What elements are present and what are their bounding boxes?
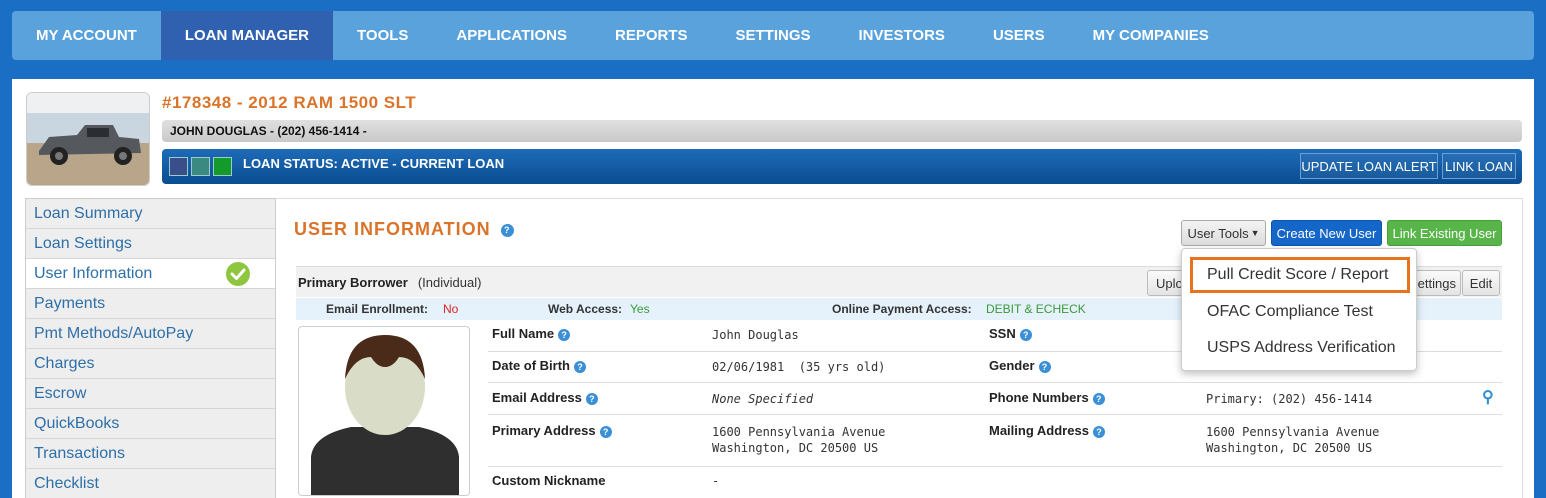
mailing-address-line2: Washington, DC 20500 US xyxy=(1206,441,1373,455)
help-icon[interactable]: ? xyxy=(1092,425,1105,438)
mailing-address-line1: 1600 Pennsylvania Avenue xyxy=(1206,425,1380,439)
help-icon[interactable]: ? xyxy=(1092,392,1105,405)
sidebar-item-transactions[interactable]: Transactions xyxy=(26,439,275,469)
sidebar-item-loan-settings[interactable]: Loan Settings xyxy=(26,229,275,259)
dob-label-text: Date of Birth xyxy=(492,358,570,373)
edit-button[interactable]: Edit xyxy=(1462,270,1500,296)
email-label: Email Address? xyxy=(492,390,598,405)
sidebar-item-user-information[interactable]: User Information xyxy=(26,259,275,289)
nav-investors[interactable]: INVESTORS xyxy=(835,11,969,60)
online-payment-value: DEBIT & ECHECK xyxy=(986,302,1086,316)
loan-status-bar: LOAN STATUS: ACTIVE - CURRENT LOAN UPDAT… xyxy=(162,149,1522,184)
nav-settings[interactable]: SETTINGS xyxy=(712,11,835,60)
mailing-address-label-text: Mailing Address xyxy=(989,423,1089,438)
primary-address-label-text: Primary Address xyxy=(492,423,596,438)
full-name-label-text: Full Name xyxy=(492,326,555,341)
ssn-label: SSN? xyxy=(989,326,1032,341)
table-row: Primary Address? 1600 Pennsylvania Avenu… xyxy=(488,415,1502,467)
table-row: Email Address? None Specified Phone Numb… xyxy=(488,383,1502,415)
borrower-summary-bar: JOHN DOUGLAS - (202) 456-1414 - xyxy=(162,120,1522,142)
borrower-type: (Individual) xyxy=(417,274,482,290)
help-icon[interactable]: ? xyxy=(574,360,586,373)
table-row: Custom Nickname - xyxy=(488,467,1502,497)
full-name-label: Full Name? xyxy=(492,326,571,341)
help-icon[interactable]: ? xyxy=(500,223,514,237)
create-new-user-button[interactable]: Create New User xyxy=(1271,220,1382,246)
nickname-value: - xyxy=(712,474,720,488)
sidebar-item-pmt-methods[interactable]: Pmt Methods/AutoPay xyxy=(26,319,275,349)
email-enrollment-label: Email Enrollment: xyxy=(326,302,429,316)
sidebar-item-charges[interactable]: Charges xyxy=(26,349,275,379)
sidebar-item-payments[interactable]: Payments xyxy=(26,289,275,319)
web-access-value: Yes xyxy=(630,302,650,316)
primary-address-label: Primary Address? xyxy=(492,423,612,438)
primary-address-line2: Washington, DC 20500 US xyxy=(712,441,879,455)
user-tools-dropdown: Pull Credit Score / Report OFAC Complian… xyxy=(1181,248,1417,371)
user-tools-label: User Tools xyxy=(1187,225,1249,241)
nav-my-companies[interactable]: MY COMPANIES xyxy=(1069,11,1233,60)
sidebar-item-checklist[interactable]: Checklist xyxy=(26,469,275,498)
pull-credit-report-item[interactable]: Pull Credit Score / Report xyxy=(1207,266,1388,284)
email-enrollment-value: No xyxy=(443,302,459,316)
nickname-label: Custom Nickname xyxy=(492,473,606,488)
help-icon[interactable]: ? xyxy=(1038,360,1051,373)
check-icon xyxy=(226,262,250,286)
loan-title: #178348 - 2012 RAM 1500 SLT xyxy=(162,93,417,112)
phone-value: Primary: (202) 456-1414 xyxy=(1206,392,1373,406)
nav-users[interactable]: USERS xyxy=(969,11,1069,60)
email-value: None Specified xyxy=(712,392,814,406)
online-payment-label: Online Payment Access: xyxy=(832,302,972,316)
ssn-label-text: SSN xyxy=(989,326,1016,341)
nav-tools[interactable]: TOOLS xyxy=(333,11,432,60)
vehicle-image xyxy=(26,92,150,186)
phone-label: Phone Numbers? xyxy=(989,390,1105,405)
link-loan-button[interactable]: LINK LOAN xyxy=(1442,153,1516,179)
sidebar-item-loan-summary[interactable]: Loan Summary xyxy=(26,199,275,229)
sidebar-item-quickbooks[interactable]: QuickBooks xyxy=(26,409,275,439)
status-square-green xyxy=(213,157,232,176)
borrower-role: Primary Borrower xyxy=(298,274,408,290)
page-title: USER INFORMATION ? xyxy=(294,219,514,240)
dob-value: 02/06/1981 (35 yrs old) xyxy=(712,360,886,374)
dob-label: Date of Birth? xyxy=(492,358,586,373)
usps-verification-item[interactable]: USPS Address Verification xyxy=(1207,339,1396,357)
update-loan-alert-button[interactable]: UPDATE LOAN ALERT xyxy=(1300,153,1438,179)
nav-my-account[interactable]: MY ACCOUNT xyxy=(12,11,161,60)
sidebar-item-escrow[interactable]: Escrow xyxy=(26,379,275,409)
help-icon[interactable]: ? xyxy=(599,425,612,438)
search-icon[interactable]: ⚲ xyxy=(1482,387,1494,407)
mailing-address-label: Mailing Address? xyxy=(989,423,1105,438)
gender-label: Gender? xyxy=(989,358,1051,373)
loan-status-text: LOAN STATUS: ACTIVE - CURRENT LOAN xyxy=(243,156,505,171)
full-name-value: John Douglas xyxy=(712,328,799,342)
user-tools-button[interactable]: User Tools ▼ xyxy=(1181,220,1266,246)
link-existing-user-button[interactable]: Link Existing User xyxy=(1387,220,1502,246)
nav-loan-manager[interactable]: LOAN MANAGER xyxy=(160,11,334,60)
status-square-teal xyxy=(191,157,210,176)
primary-address-line1: 1600 Pennsylvania Avenue xyxy=(712,425,886,439)
ofac-compliance-item[interactable]: OFAC Compliance Test xyxy=(1207,303,1373,321)
gender-label-text: Gender xyxy=(989,358,1035,373)
avatar xyxy=(298,326,470,496)
status-square-navy xyxy=(169,157,188,176)
web-access-label: Web Access: xyxy=(548,302,623,316)
top-nav: MY ACCOUNT LOAN MANAGER TOOLS APPLICATIO… xyxy=(12,11,1534,60)
phone-label-text: Phone Numbers xyxy=(989,390,1089,405)
email-label-text: Email Address xyxy=(492,390,582,405)
help-icon[interactable]: ? xyxy=(585,392,598,405)
sidebar-item-label: User Information xyxy=(34,264,153,282)
help-icon[interactable]: ? xyxy=(1019,328,1032,341)
nav-applications[interactable]: APPLICATIONS xyxy=(432,11,591,60)
nav-reports[interactable]: REPORTS xyxy=(591,11,712,60)
help-icon[interactable]: ? xyxy=(558,328,571,341)
page-title-text: USER INFORMATION xyxy=(294,219,491,239)
loan-sidebar: Loan Summary Loan Settings User Informat… xyxy=(25,198,276,498)
caret-down-icon: ▼ xyxy=(1250,228,1260,238)
